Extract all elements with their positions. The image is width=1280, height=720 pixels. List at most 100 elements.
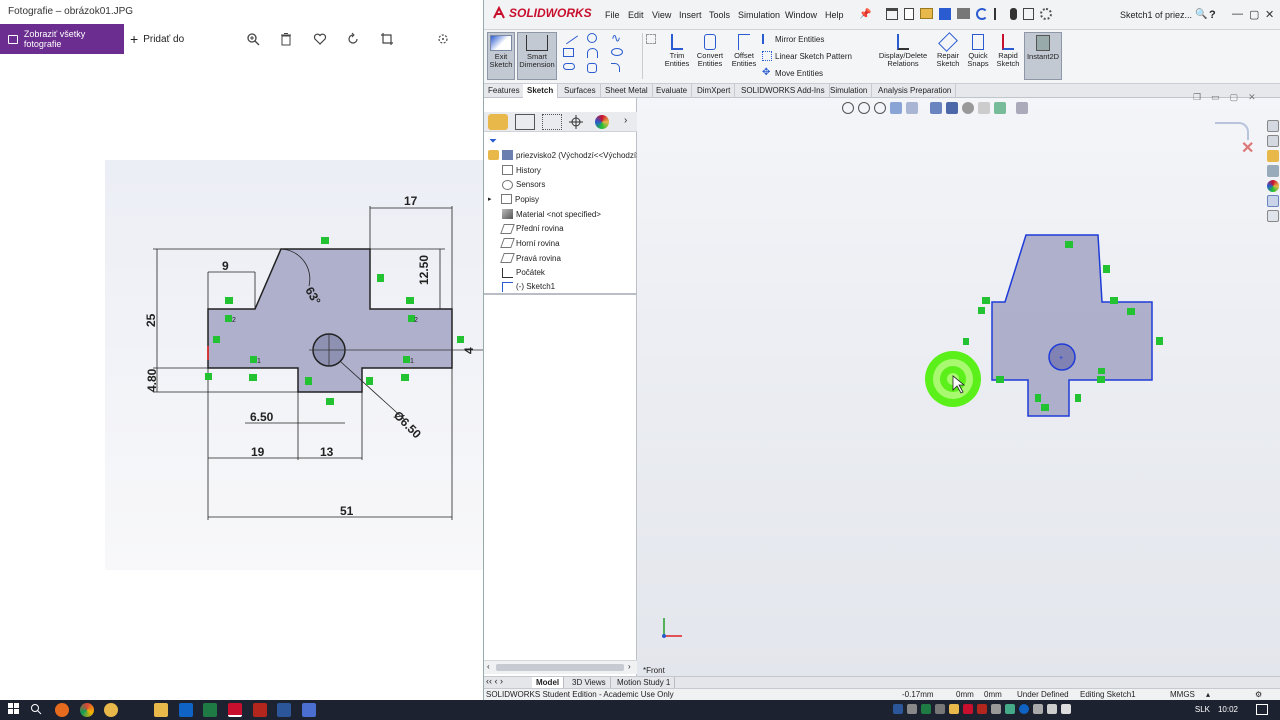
tree-item-history[interactable]: History bbox=[484, 163, 637, 178]
menu-edit[interactable]: Edit bbox=[628, 10, 644, 20]
tray-app-icon[interactable] bbox=[991, 704, 1001, 714]
graphics-viewport[interactable]: ✕ + *Front ❐ ▭ ▢ ✕ bbox=[637, 92, 1280, 678]
spline-icon[interactable]: ∿ bbox=[611, 32, 635, 48]
tab-simulation[interactable]: Simulation bbox=[826, 84, 873, 98]
linear-sketch-pattern-button[interactable]: Linear Sketch Pattern bbox=[762, 51, 852, 61]
feature-tree-scrollbar[interactable]: ‹ › bbox=[484, 660, 637, 674]
search-taskbar-icon[interactable] bbox=[30, 703, 44, 717]
network-icon[interactable] bbox=[1047, 704, 1057, 714]
status-units[interactable]: MMGS bbox=[1170, 690, 1195, 699]
filter-icon[interactable]: ⏷ bbox=[489, 136, 497, 147]
tray-app-icon[interactable] bbox=[907, 704, 917, 714]
tab-features[interactable]: Features bbox=[484, 84, 525, 98]
configuration-manager-tab-icon[interactable] bbox=[542, 114, 562, 130]
excel-icon[interactable] bbox=[203, 703, 217, 717]
tree-item-origin[interactable]: Počátek bbox=[484, 266, 637, 281]
enhance-icon[interactable] bbox=[434, 30, 452, 48]
print-icon[interactable] bbox=[957, 8, 970, 19]
forum-icon[interactable] bbox=[1267, 210, 1279, 222]
sw-logo[interactable]: SOLIDWORKS bbox=[492, 6, 592, 20]
new-icon[interactable] bbox=[904, 8, 914, 20]
scrollbar-thumb[interactable] bbox=[496, 664, 624, 671]
tab-analysis-preparation[interactable]: Analysis Preparation bbox=[874, 84, 957, 98]
tree-item-material[interactable]: Material <not specified> bbox=[484, 207, 637, 222]
menu-simulation[interactable]: Simulation bbox=[738, 10, 780, 20]
tab-solidworks-addins[interactable]: SOLIDWORKS Add-Ins bbox=[737, 84, 830, 98]
tree-item-sketch1[interactable]: (-) Sketch1 bbox=[484, 280, 637, 295]
menu-window[interactable]: Window bbox=[785, 10, 817, 20]
pdf-icon[interactable] bbox=[253, 703, 267, 717]
tray-outlook-icon[interactable] bbox=[893, 704, 903, 714]
maximize-view-icon[interactable]: ▢ bbox=[1230, 92, 1239, 103]
show-all-photos-button[interactable]: Zobraziť všetky fotografie bbox=[0, 24, 124, 54]
pin-icon[interactable]: 📌 bbox=[859, 9, 871, 20]
tree-item-front-plane[interactable]: Přední rovina bbox=[484, 221, 637, 236]
home-icon[interactable] bbox=[886, 8, 898, 20]
restore-view-icon[interactable]: ❐ bbox=[1193, 92, 1201, 103]
menu-file[interactable]: File bbox=[605, 10, 620, 20]
notifications-icon[interactable] bbox=[1256, 704, 1268, 715]
circle-icon[interactable] bbox=[587, 33, 597, 43]
clock[interactable]: 10:02 bbox=[1218, 705, 1238, 714]
display-delete-relations-button[interactable]: Display/Delete Relations bbox=[878, 32, 928, 80]
menu-view[interactable]: View bbox=[652, 10, 671, 20]
crop-icon[interactable] bbox=[378, 30, 396, 48]
search-icon[interactable]: 🔍 bbox=[1195, 9, 1207, 20]
offset-entities-button[interactable]: Offset Entities bbox=[729, 32, 759, 80]
mirror-entities-button[interactable]: Mirror Entities bbox=[762, 34, 824, 44]
tray-app-icon[interactable] bbox=[1019, 704, 1029, 714]
delete-icon[interactable] bbox=[277, 30, 295, 48]
close-view-icon[interactable]: ✕ bbox=[1248, 92, 1256, 103]
add-to-button[interactable]: + Pridať do bbox=[130, 24, 184, 54]
display-manager-tab-icon[interactable] bbox=[595, 115, 609, 129]
quick-snaps-button[interactable]: Quick Snaps bbox=[963, 32, 993, 80]
photos-taskbar-icon[interactable] bbox=[302, 703, 316, 717]
polygon-icon[interactable] bbox=[587, 63, 597, 73]
units-dropdown-icon[interactable]: ▴ bbox=[1206, 690, 1210, 699]
chrome-icon[interactable] bbox=[80, 703, 94, 717]
tab-3d-views[interactable]: 3D Views bbox=[568, 677, 611, 688]
exit-sketch-button[interactable]: Exit Sketch bbox=[487, 32, 515, 80]
maximize-icon[interactable]: ▢ bbox=[1249, 8, 1259, 21]
rotate-icon[interactable] bbox=[344, 30, 362, 48]
tree-item-annotations[interactable]: ▸ Popisy bbox=[484, 192, 637, 207]
tab-model[interactable]: Model bbox=[532, 677, 565, 688]
word-icon[interactable] bbox=[277, 703, 291, 717]
tray-app-icon[interactable] bbox=[1005, 704, 1015, 714]
convert-entities-button[interactable]: Convert Entities bbox=[693, 32, 727, 80]
arc-icon[interactable] bbox=[587, 48, 598, 58]
firefox-icon[interactable] bbox=[55, 703, 69, 717]
tile-view-icon[interactable]: ▭ bbox=[1211, 92, 1220, 103]
trim-entities-button[interactable]: Trim Entities bbox=[662, 32, 692, 80]
scroll-left-icon[interactable]: ‹ bbox=[487, 662, 490, 671]
select-icon[interactable] bbox=[994, 8, 1004, 20]
close-icon[interactable]: ✕ bbox=[1265, 8, 1274, 21]
tab-dimxpert[interactable]: DimXpert bbox=[693, 84, 736, 98]
tray-app-icon[interactable] bbox=[963, 704, 973, 714]
file-props-icon[interactable] bbox=[1023, 8, 1034, 20]
app-icon[interactable] bbox=[104, 703, 118, 717]
tray-app-icon[interactable] bbox=[1033, 704, 1043, 714]
fillet-icon[interactable] bbox=[611, 63, 620, 72]
tree-item-part[interactable]: priezvisko2 (Východzí<<Východzí>_ bbox=[484, 148, 637, 163]
appearances-icon[interactable] bbox=[1267, 180, 1279, 192]
rapid-sketch-button[interactable]: Rapid Sketch bbox=[993, 32, 1023, 80]
sketch-text-icon[interactable] bbox=[646, 34, 656, 44]
outlook-icon[interactable] bbox=[179, 703, 193, 717]
open-icon[interactable] bbox=[920, 8, 933, 19]
tray-app-icon[interactable] bbox=[935, 704, 945, 714]
tree-item-sensors[interactable]: Sensors bbox=[484, 177, 637, 192]
tree-item-top-plane[interactable]: Horní rovina bbox=[484, 236, 637, 251]
feature-manager-tab-icon[interactable] bbox=[488, 114, 508, 130]
ellipse-icon[interactable] bbox=[611, 48, 623, 56]
minimize-icon[interactable]: — bbox=[1232, 8, 1243, 20]
menu-help[interactable]: Help bbox=[825, 10, 844, 20]
expand-arrow-icon[interactable]: ▸ bbox=[488, 195, 498, 203]
dimxpert-manager-tab-icon[interactable] bbox=[568, 114, 588, 130]
move-entities-button[interactable]: ✥ Move Entities bbox=[762, 68, 823, 78]
property-manager-tab-icon[interactable] bbox=[515, 114, 535, 130]
slot-icon[interactable] bbox=[563, 63, 575, 70]
custom-properties-icon[interactable] bbox=[1267, 195, 1279, 207]
tray-app-icon[interactable] bbox=[921, 704, 931, 714]
scroll-right-icon[interactable]: › bbox=[628, 662, 631, 671]
